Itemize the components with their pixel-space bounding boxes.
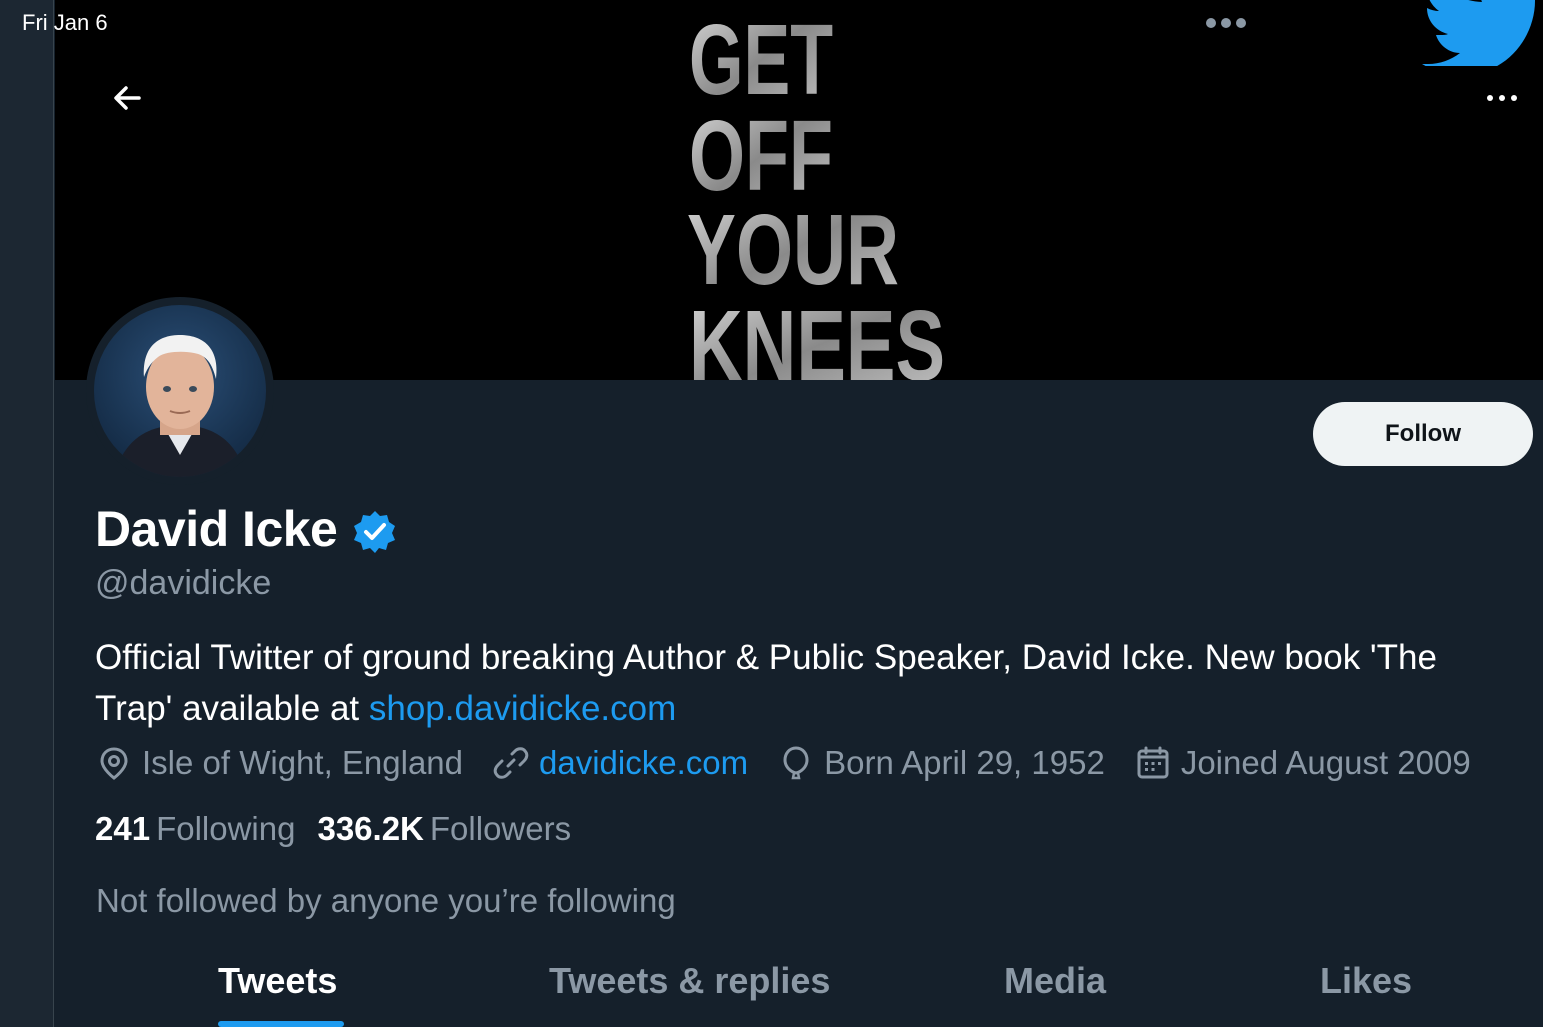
follow-button[interactable]: Follow (1313, 402, 1533, 466)
calendar-icon (1137, 746, 1169, 779)
left-rail (0, 0, 54, 1027)
profile-page: Fri Jan 6 GET OFF YOUR KNEES Follow Davi… (0, 0, 1543, 1027)
twitter-bird-icon (1422, 0, 1535, 66)
arrow-left-icon (114, 86, 141, 110)
joined-item: Joined August 2009 (1135, 744, 1471, 782)
status-date: Fri Jan 6 (22, 10, 108, 35)
banner-line-4: KNEES (689, 290, 945, 380)
birthday-text: Born April 29, 1952 (824, 744, 1105, 781)
followers-label: Followers (429, 810, 572, 847)
link-icon (493, 747, 529, 779)
more-horizontal-icon (1487, 95, 1517, 101)
tab-likes[interactable]: Likes (1320, 960, 1412, 1002)
follow-stats: 241 Following 336.2K Followers (95, 810, 593, 848)
profile-banner[interactable]: GET OFF YOUR KNEES (55, 0, 1543, 380)
more-options-button[interactable] (1482, 84, 1522, 112)
tab-tweets[interactable]: Tweets (218, 960, 337, 1002)
following-stat[interactable]: 241 Following (95, 810, 295, 848)
following-label: Following (156, 810, 296, 847)
banner-text-art: GET OFF YOUR KNEES (687, 4, 945, 380)
bio: Official Twitter of ground breaking Auth… (95, 632, 1515, 734)
joined-text: Joined August 2009 (1180, 744, 1471, 781)
bio-text: Official Twitter of ground breaking Auth… (95, 638, 1437, 728)
profile-meta: Isle of Wight, England davidicke.com Bor… (96, 744, 1501, 782)
location-text: Isle of Wight, England (142, 744, 464, 781)
display-name: David Icke (95, 501, 338, 557)
website-item[interactable]: davidicke.com (493, 744, 748, 782)
handle: @davidicke (95, 564, 272, 602)
verified-badge-icon[interactable] (353, 509, 397, 553)
active-tab-indicator (218, 1021, 344, 1027)
tab-tweets-and-replies[interactable]: Tweets & replies (549, 960, 830, 1002)
location-item: Isle of Wight, England (96, 744, 463, 782)
following-count: 241 (95, 810, 151, 847)
not-followed-notice: Not followed by anyone you’re following (96, 882, 676, 919)
avatar-photo (114, 335, 246, 477)
bio-link[interactable]: shop.davidicke.com (369, 689, 676, 728)
location-pin-icon (100, 747, 128, 780)
multitasking-dots-icon[interactable] (1206, 18, 1246, 28)
followers-stat[interactable]: 336.2K Followers (317, 810, 571, 848)
name-row: David Icke (95, 500, 397, 558)
birthday-item: Born April 29, 1952 (778, 744, 1105, 782)
back-button[interactable] (105, 78, 149, 118)
tab-media[interactable]: Media (1004, 960, 1106, 1002)
website-link[interactable]: davidicke.com (539, 744, 748, 782)
followers-count: 336.2K (317, 810, 424, 847)
avatar[interactable] (86, 297, 274, 485)
balloon-icon (783, 746, 809, 780)
